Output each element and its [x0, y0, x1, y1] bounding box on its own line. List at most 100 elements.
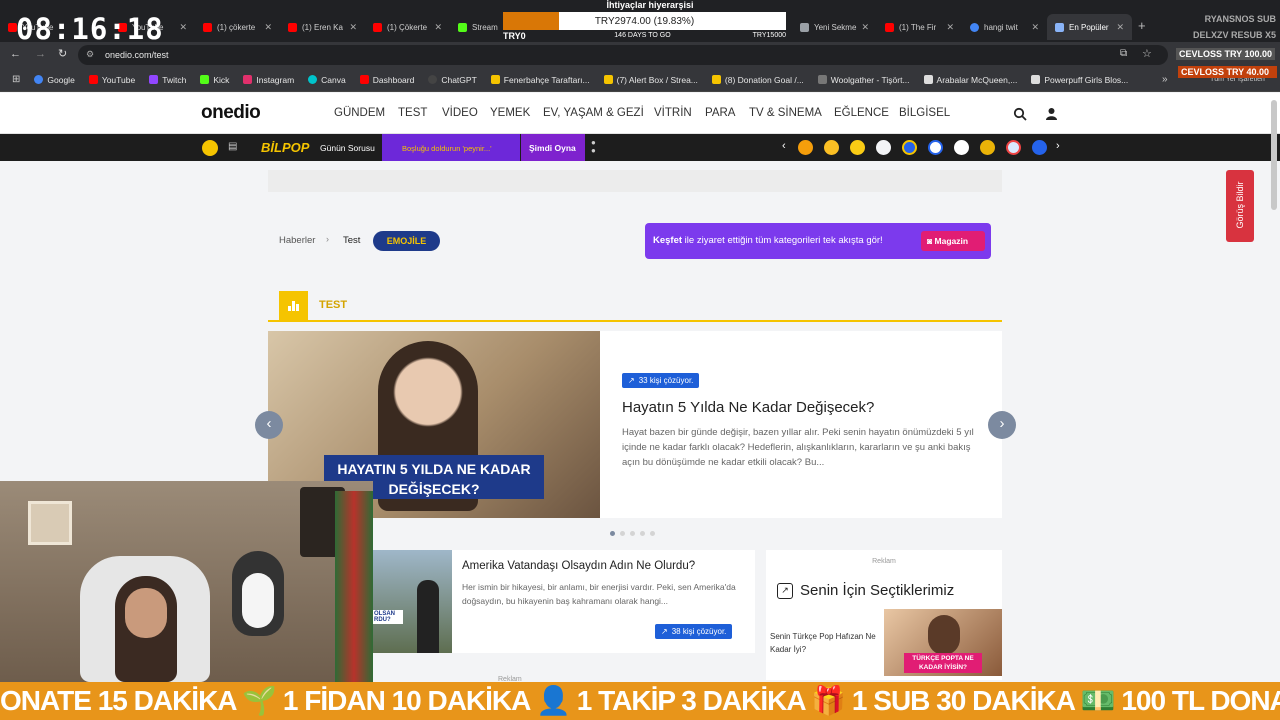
bookmark-fenerbahce[interactable]: Fenerbahçe Taraftarı... — [490, 75, 590, 85]
nav-para[interactable]: PARA — [705, 107, 735, 119]
slider-prev-button[interactable]: ‹ — [255, 411, 283, 439]
bookmark-google[interactable]: Google — [34, 75, 75, 85]
emojile-badge[interactable]: EMOJİLE — [373, 231, 440, 251]
emoji-smile-icon[interactable] — [850, 140, 865, 155]
browser-tab[interactable]: hangi twit ✕ — [962, 14, 1047, 40]
person-figure — [417, 580, 439, 653]
feedback-tab[interactable]: Görüş Bildir — [1226, 170, 1254, 242]
emoji-sad-icon[interactable] — [824, 140, 839, 155]
nav-video[interactable]: VİDEO — [442, 107, 478, 119]
bookmark-powerpuff[interactable]: Powerpuff Girls Blos... — [1031, 75, 1128, 85]
close-icon[interactable]: ✕ — [349, 22, 357, 33]
featured-test-card[interactable]: HAYATIN 5 YILDA NE KADAR DEĞİŞECEK? ↗ 33 … — [268, 331, 1002, 518]
bookmark-dashboard[interactable]: Dashboard — [359, 75, 414, 85]
magazin-button[interactable]: ◙ Magazin — [921, 231, 985, 251]
discover-banner[interactable]: Keşfet ile ziyaret ettiğin tüm kategoril… — [645, 223, 991, 259]
url-field[interactable]: ⚙ onedio.com/test ⧉ ☆ — [78, 45, 1168, 65]
play-button[interactable]: Şimdi Oyna — [521, 134, 585, 161]
close-icon[interactable]: ✕ — [946, 22, 954, 33]
nav-bilgisel[interactable]: BİLGİSEL — [899, 107, 950, 119]
trending-icon: ↗ — [628, 376, 635, 385]
browser-tab[interactable]: (1) The Fir ✕ — [877, 14, 962, 40]
more-vertical-icon[interactable]: ● ● — [591, 139, 596, 155]
new-tab-icon — [800, 22, 809, 32]
picks-item-image[interactable]: TÜRKÇE POPTA NE KADAR İYİSİN? — [884, 609, 1002, 676]
kick-icon — [200, 75, 210, 84]
site-info-icon[interactable]: ⚙ — [86, 49, 94, 60]
browser-tab[interactable]: Stream — [450, 14, 505, 40]
close-icon[interactable]: ✕ — [434, 22, 442, 33]
bookmark-alert-box[interactable]: (7) Alert Box / Strea... — [603, 75, 698, 85]
slider-dot-active[interactable] — [610, 531, 615, 536]
nav-test[interactable]: TEST — [398, 107, 427, 119]
person-figure — [928, 615, 960, 655]
picks-item-title[interactable]: Senin Türkçe Pop Hafızan Ne Kadar İyi? — [770, 630, 882, 656]
featured-title[interactable]: Hayatın 5 Yılda Ne Kadar Değişecek? — [622, 399, 874, 416]
forward-icon[interactable]: → — [35, 48, 46, 60]
back-icon[interactable]: ← — [10, 48, 21, 60]
stream-clock: 08:16:18 — [16, 12, 164, 46]
bookmark-youtube[interactable]: YouTube — [88, 75, 135, 85]
bookmark-twitch[interactable]: Twitch — [149, 75, 186, 85]
bookmark-star-icon[interactable]: ☆ — [1142, 47, 1152, 60]
bilpop-brand[interactable]: BİLPOP — [261, 140, 309, 155]
nav-tv-sinema[interactable]: TV & SİNEMA — [749, 107, 822, 119]
nav-vitrin[interactable]: VİTRİN — [654, 107, 692, 119]
reload-icon[interactable]: ↻ — [58, 47, 67, 60]
uk-flag-icon[interactable] — [1006, 140, 1021, 155]
slider-dot[interactable] — [630, 531, 635, 536]
slider-dot[interactable] — [650, 531, 655, 536]
chevron-right-icon[interactable]: › — [1056, 140, 1060, 152]
install-app-icon[interactable]: ⧉ — [1120, 48, 1127, 59]
browser-tab[interactable]: (1) Çökerte ✕ — [365, 14, 450, 40]
nav-yemek[interactable]: YEMEK — [490, 107, 530, 119]
close-icon[interactable]: ✕ — [1031, 22, 1039, 33]
slider-next-button[interactable]: › — [988, 411, 1016, 439]
category-icon[interactable] — [928, 140, 943, 155]
close-icon[interactable]: ✕ — [264, 22, 272, 33]
question-label: Günün Sorusu — [320, 143, 375, 153]
new-tab-button[interactable]: + — [1138, 18, 1146, 33]
bookmark-woolgather[interactable]: Woolgather - Tişört... — [817, 75, 910, 85]
close-icon[interactable]: ✕ — [1116, 22, 1124, 33]
browser-tab[interactable]: (1) Eren Ka ✕ — [280, 14, 365, 40]
site-logo[interactable]: onedio — [201, 102, 261, 124]
breadcrumb-home[interactable]: Haberler — [279, 235, 315, 246]
bookmark-instagram[interactable]: Instagram — [243, 75, 294, 85]
nav-gundem[interactable]: GÜNDEM — [334, 107, 385, 119]
nav-ev-yasam-gezi[interactable]: EV, YAŞAM & GEZİ — [543, 107, 644, 119]
category-dk-icon[interactable] — [954, 140, 969, 155]
browser-tab-active[interactable]: En Popüler ✕ — [1047, 14, 1132, 40]
site-header: onedio GÜNDEM TEST VİDEO YEMEK EV, YAŞAM… — [0, 93, 1280, 134]
bookmark-kick[interactable]: Kick — [200, 75, 229, 85]
bookmark-chatgpt[interactable]: ChatGPT — [428, 75, 477, 85]
plus-category-icon[interactable] — [876, 140, 891, 155]
bookmark-canva[interactable]: Canva — [308, 75, 346, 85]
team-icon[interactable] — [902, 140, 917, 155]
page-scrollbar[interactable] — [1271, 100, 1277, 210]
close-icon[interactable]: ✕ — [861, 22, 869, 33]
slider-dot[interactable] — [640, 531, 645, 536]
user-icon[interactable] — [1045, 107, 1058, 120]
nav-eglence[interactable]: EĞLENCE — [834, 107, 889, 119]
url-text[interactable]: onedio.com/test — [105, 50, 169, 60]
test-card-image[interactable]: OLSAN RDU? — [373, 550, 452, 653]
search-icon[interactable] — [1013, 107, 1027, 121]
chevron-left-icon[interactable]: ‹ — [782, 140, 786, 152]
youtube-icon — [88, 75, 98, 84]
bookmark-arabalar[interactable]: Arabalar McQueen,... — [923, 75, 1017, 85]
test-card-title[interactable]: Amerika Vatandaşı Olsaydın Adın Ne Olurd… — [462, 560, 695, 572]
browser-tab[interactable]: (1) çökerte ✕ — [195, 14, 280, 40]
test-card[interactable]: OLSAN RDU? Amerika Vatandaşı Olsaydın Ad… — [373, 550, 755, 653]
apps-grid-icon[interactable]: ⊞ — [12, 74, 20, 85]
category-icon[interactable] — [1032, 140, 1047, 155]
question-text[interactable]: Boşluğu doldurun 'peynir...' — [382, 134, 520, 161]
browser-tab[interactable]: Yeni Sekme ✕ — [792, 14, 877, 40]
category-icon[interactable] — [980, 140, 995, 155]
close-icon[interactable]: ✕ — [179, 22, 187, 33]
bookmark-donation-goal[interactable]: (8) Donation Goal /... — [711, 75, 804, 85]
penguin-plush — [232, 551, 284, 636]
more-bookmarks-icon[interactable]: » — [1162, 74, 1168, 85]
emoji-love-icon[interactable] — [798, 140, 813, 155]
slider-dot[interactable] — [620, 531, 625, 536]
